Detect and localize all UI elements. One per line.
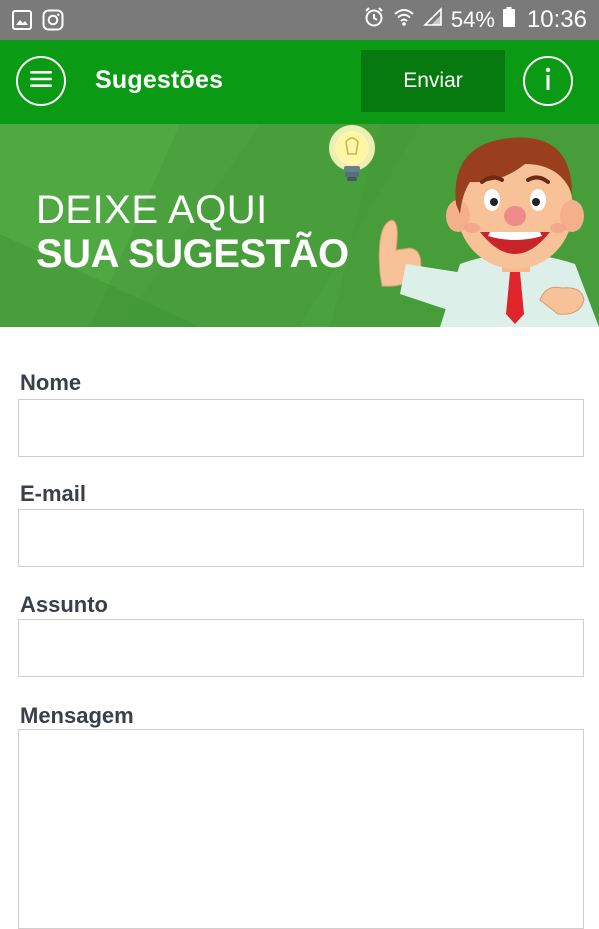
banner-headline-line2: SUA SUGESTÃO [36, 232, 349, 276]
info-button[interactable] [523, 56, 573, 106]
message-field[interactable] [18, 729, 584, 929]
image-icon [12, 10, 32, 35]
instagram-icon [42, 9, 64, 36]
info-icon [543, 67, 553, 96]
banner: DEIXE AQUI SUA SUGESTÃO [0, 124, 599, 327]
battery-icon [502, 7, 515, 33]
subject-label: Assunto [20, 592, 108, 617]
send-button[interactable]: Enviar [361, 50, 505, 112]
mascot-illustration [329, 125, 599, 327]
status-right: 54% 10:36 [363, 0, 587, 40]
subject-field[interactable] [18, 619, 584, 677]
hamburger-menu-icon [29, 69, 53, 94]
message-label: Mensagem [20, 703, 134, 728]
email-label: E-mail [20, 481, 87, 506]
lightbulb-icon [329, 125, 375, 181]
wifi-icon [393, 7, 415, 33]
suggestion-form: Nome E-mail Assunto Mensagem [0, 327, 599, 929]
page-title: Sugestões [95, 66, 224, 94]
status-bar: 54% 10:36 [0, 0, 599, 40]
alarm-icon [363, 6, 385, 34]
name-label: Nome [20, 370, 82, 395]
email-field[interactable] [18, 509, 584, 567]
signal-icon [422, 7, 443, 33]
status-left [12, 9, 64, 36]
battery-percent: 54% [450, 7, 495, 32]
menu-button[interactable] [16, 56, 66, 106]
name-field[interactable] [18, 399, 584, 457]
app-bar: Sugestões Enviar [0, 40, 599, 124]
banner-headline-line1: DEIXE AQUI [36, 188, 268, 232]
clock: 10:36 [526, 6, 587, 33]
